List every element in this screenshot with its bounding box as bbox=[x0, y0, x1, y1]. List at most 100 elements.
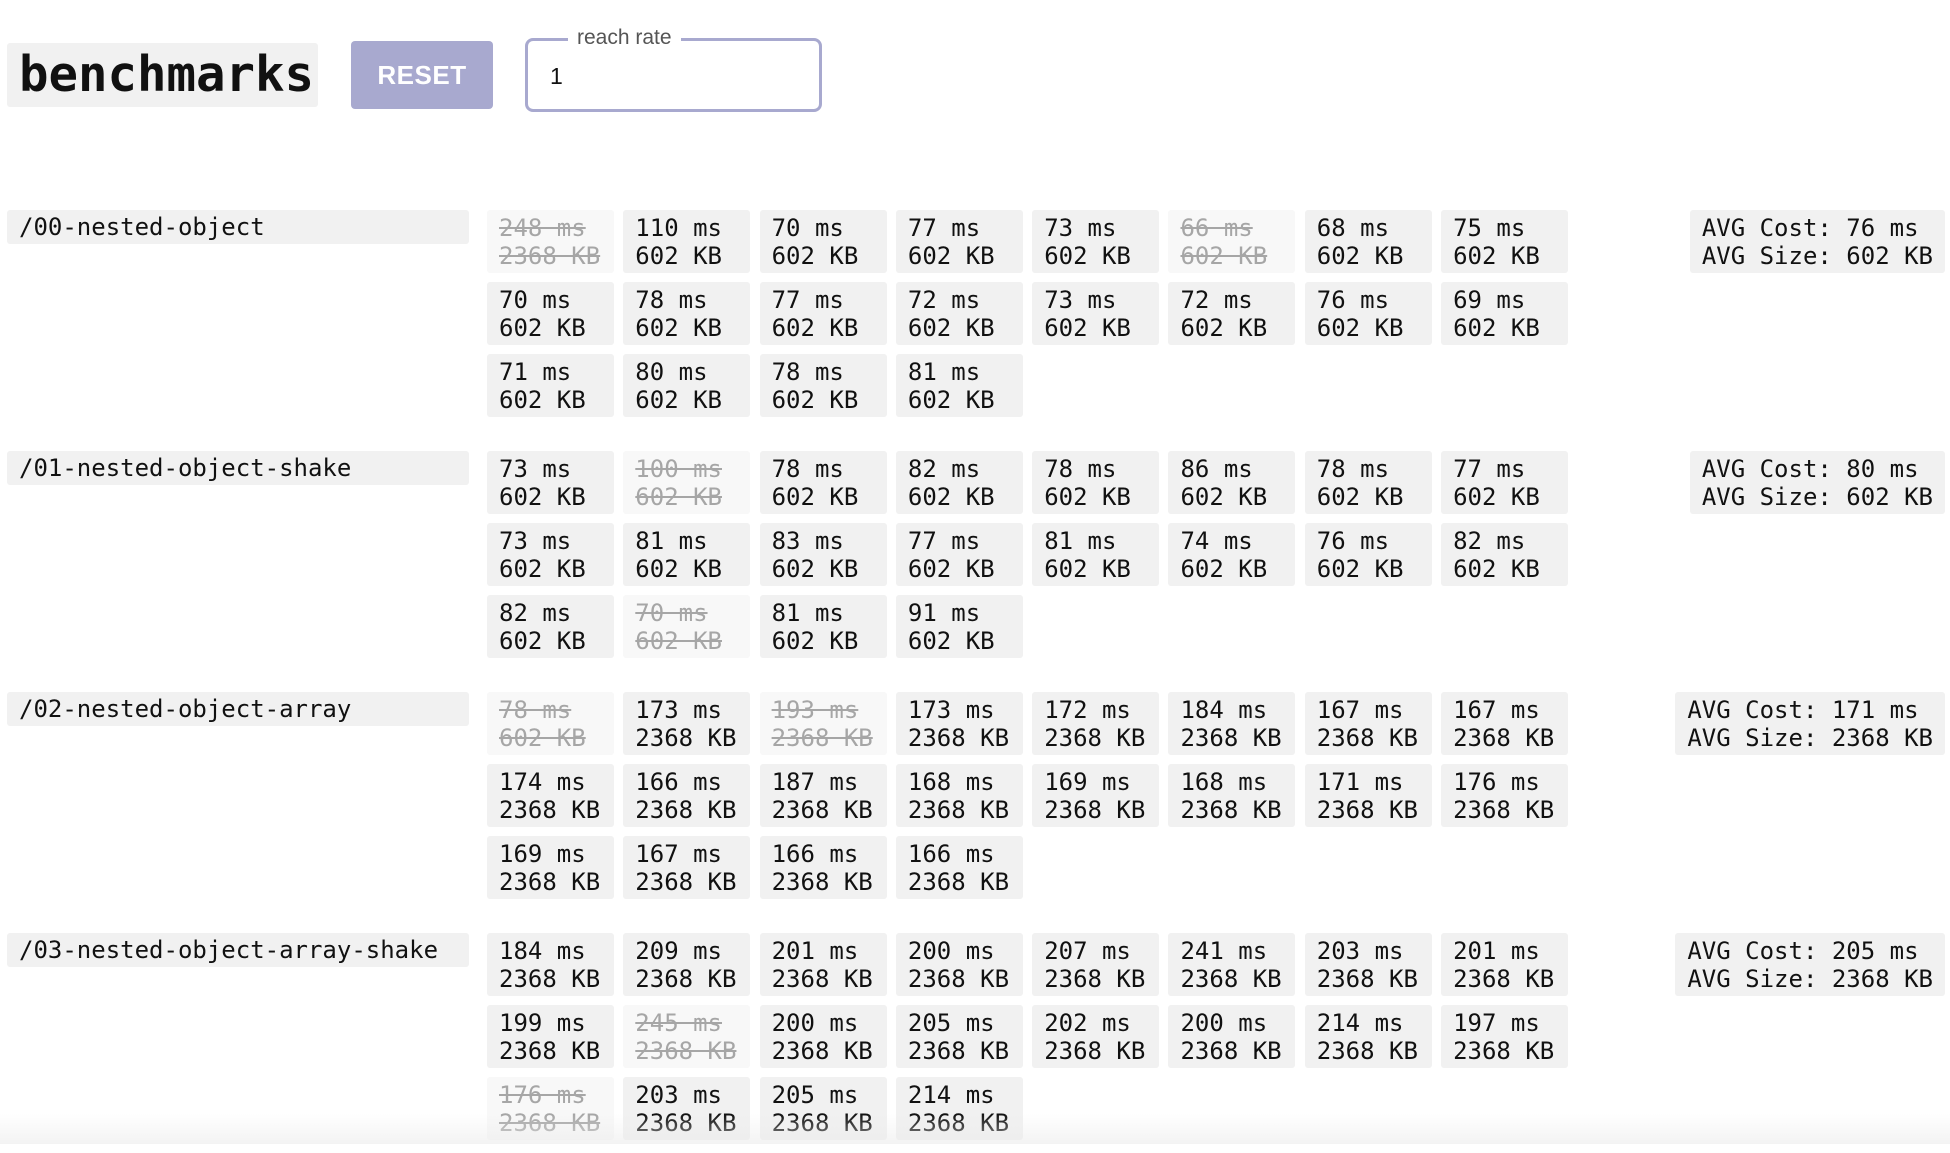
average-summary: AVG Cost: 205 ms AVG Size: 2368 KB bbox=[1675, 933, 1945, 996]
run-size: 602 KB bbox=[1044, 242, 1131, 270]
run-result: 187 ms 2368 KB bbox=[759, 764, 887, 827]
run-time: 168 ms bbox=[1180, 768, 1268, 796]
avg-cost: AVG Cost: 76 ms bbox=[1701, 214, 1919, 242]
run-time: 200 ms bbox=[907, 937, 995, 965]
run-time: 75 ms bbox=[1453, 214, 1526, 242]
run-result: 167 ms 2368 KB bbox=[623, 836, 751, 899]
run-size: 2368 KB bbox=[499, 796, 601, 824]
run-time: 76 ms bbox=[1316, 527, 1390, 555]
run-result-excluded: 70 ms 602 KB bbox=[623, 595, 751, 658]
run-time: 91 ms bbox=[907, 599, 981, 627]
run-time: 70 ms bbox=[771, 214, 844, 242]
run-size: 2368 KB bbox=[1453, 796, 1555, 824]
run-time: 81 ms bbox=[907, 358, 981, 386]
run-size: 2368 KB bbox=[1316, 965, 1418, 993]
run-time: 197 ms bbox=[1453, 1009, 1540, 1037]
average-summary: AVG Cost: 76 ms AVG Size: 602 KB bbox=[1689, 210, 1945, 273]
run-time: 168 ms bbox=[907, 768, 995, 796]
run-time: 209 ms bbox=[635, 937, 722, 965]
run-result: 168 ms 2368 KB bbox=[895, 764, 1023, 827]
run-time: 184 ms bbox=[1180, 696, 1268, 724]
run-time: 166 ms bbox=[635, 768, 722, 796]
run-result: 73 ms 602 KB bbox=[1032, 210, 1160, 273]
run-size: 2368 KB bbox=[635, 868, 737, 896]
run-time: 86 ms bbox=[1180, 455, 1253, 483]
run-size: 602 KB bbox=[1180, 242, 1268, 270]
run-result: 167 ms 2368 KB bbox=[1441, 692, 1569, 755]
run-time: 110 ms bbox=[635, 214, 722, 242]
run-result: 70 ms 602 KB bbox=[487, 282, 614, 345]
run-result: 76 ms 602 KB bbox=[1304, 282, 1432, 345]
run-time: 66 ms bbox=[1180, 214, 1253, 242]
run-result: 207 ms 2368 KB bbox=[1032, 933, 1160, 996]
run-result-excluded: 245 ms 2368 KB bbox=[623, 1005, 751, 1068]
run-size: 602 KB bbox=[1180, 483, 1268, 511]
run-result: 78 ms 602 KB bbox=[623, 282, 751, 345]
run-time: 201 ms bbox=[771, 937, 859, 965]
run-size: 602 KB bbox=[635, 627, 722, 655]
run-time: 171 ms bbox=[1316, 768, 1404, 796]
run-time: 72 ms bbox=[1180, 286, 1253, 314]
run-time: 176 ms bbox=[1453, 768, 1540, 796]
run-result: 110 ms 602 KB bbox=[623, 210, 751, 273]
run-result: 76 ms 602 KB bbox=[1304, 523, 1432, 586]
run-size: 2368 KB bbox=[771, 1109, 873, 1137]
run-time: 169 ms bbox=[1044, 768, 1131, 796]
run-result: 214 ms 2368 KB bbox=[1304, 1005, 1432, 1068]
run-size: 602 KB bbox=[1453, 483, 1540, 511]
run-result: 78 ms 602 KB bbox=[759, 451, 887, 514]
run-time: 74 ms bbox=[1180, 527, 1253, 555]
run-size: 2368 KB bbox=[771, 796, 873, 824]
run-time: 83 ms bbox=[771, 527, 844, 555]
run-size: 2368 KB bbox=[499, 868, 601, 896]
avg-cost: AVG Cost: 171 ms bbox=[1687, 696, 1919, 724]
run-result: 70 ms 602 KB bbox=[759, 210, 887, 273]
run-size: 2368 KB bbox=[907, 1109, 1010, 1137]
run-size: 2368 KB bbox=[771, 1037, 873, 1065]
run-result: 169 ms 2368 KB bbox=[1032, 764, 1160, 827]
run-size: 2368 KB bbox=[907, 868, 1010, 896]
run-time: 70 ms bbox=[499, 286, 572, 314]
run-size: 602 KB bbox=[907, 483, 995, 511]
reach-rate-input[interactable] bbox=[550, 59, 790, 93]
run-time: 82 ms bbox=[499, 599, 572, 627]
run-size: 2368 KB bbox=[907, 965, 1010, 993]
run-time: 80 ms bbox=[635, 358, 708, 386]
run-size: 602 KB bbox=[907, 314, 995, 342]
run-result: 172 ms 2368 KB bbox=[1032, 692, 1160, 755]
benchmark-name: /02-nested-object-array bbox=[7, 692, 469, 726]
run-size: 602 KB bbox=[499, 314, 586, 342]
run-result: 166 ms 2368 KB bbox=[759, 836, 887, 899]
run-result: 73 ms 602 KB bbox=[1032, 282, 1160, 345]
run-time: 187 ms bbox=[771, 768, 859, 796]
run-time: 203 ms bbox=[635, 1081, 722, 1109]
run-result: 166 ms 2368 KB bbox=[895, 836, 1023, 899]
run-size: 2368 KB bbox=[1044, 965, 1146, 993]
reach-rate-field[interactable]: reach rate bbox=[525, 25, 822, 112]
run-size: 602 KB bbox=[1316, 242, 1404, 270]
run-time: 82 ms bbox=[907, 455, 981, 483]
run-size: 602 KB bbox=[499, 555, 586, 583]
run-result: 77 ms 602 KB bbox=[895, 210, 1023, 273]
run-size: 602 KB bbox=[1180, 314, 1268, 342]
run-size: 602 KB bbox=[771, 627, 859, 655]
run-size: 2368 KB bbox=[907, 796, 1010, 824]
run-result: 197 ms 2368 KB bbox=[1441, 1005, 1569, 1068]
run-time: 166 ms bbox=[771, 840, 859, 868]
run-result: 86 ms 602 KB bbox=[1168, 451, 1296, 514]
run-result: 72 ms 602 KB bbox=[1168, 282, 1296, 345]
run-size: 602 KB bbox=[771, 483, 859, 511]
run-time: 77 ms bbox=[771, 286, 844, 314]
reset-button[interactable]: RESET bbox=[351, 41, 493, 109]
run-result: 82 ms 602 KB bbox=[487, 595, 614, 658]
run-result-excluded: 78 ms 602 KB bbox=[487, 692, 614, 755]
run-result: 77 ms 602 KB bbox=[895, 523, 1023, 586]
run-result: 200 ms 2368 KB bbox=[895, 933, 1023, 996]
run-result: 168 ms 2368 KB bbox=[1168, 764, 1296, 827]
run-time: 100 ms bbox=[635, 455, 722, 483]
run-size: 602 KB bbox=[771, 386, 859, 414]
avg-cost: AVG Cost: 80 ms bbox=[1701, 455, 1919, 483]
run-result: 200 ms 2368 KB bbox=[759, 1005, 887, 1068]
benchmark-section: /02-nested-object-array 78 ms 602 KB 173 ms… bbox=[0, 692, 1950, 912]
run-size: 602 KB bbox=[635, 386, 722, 414]
